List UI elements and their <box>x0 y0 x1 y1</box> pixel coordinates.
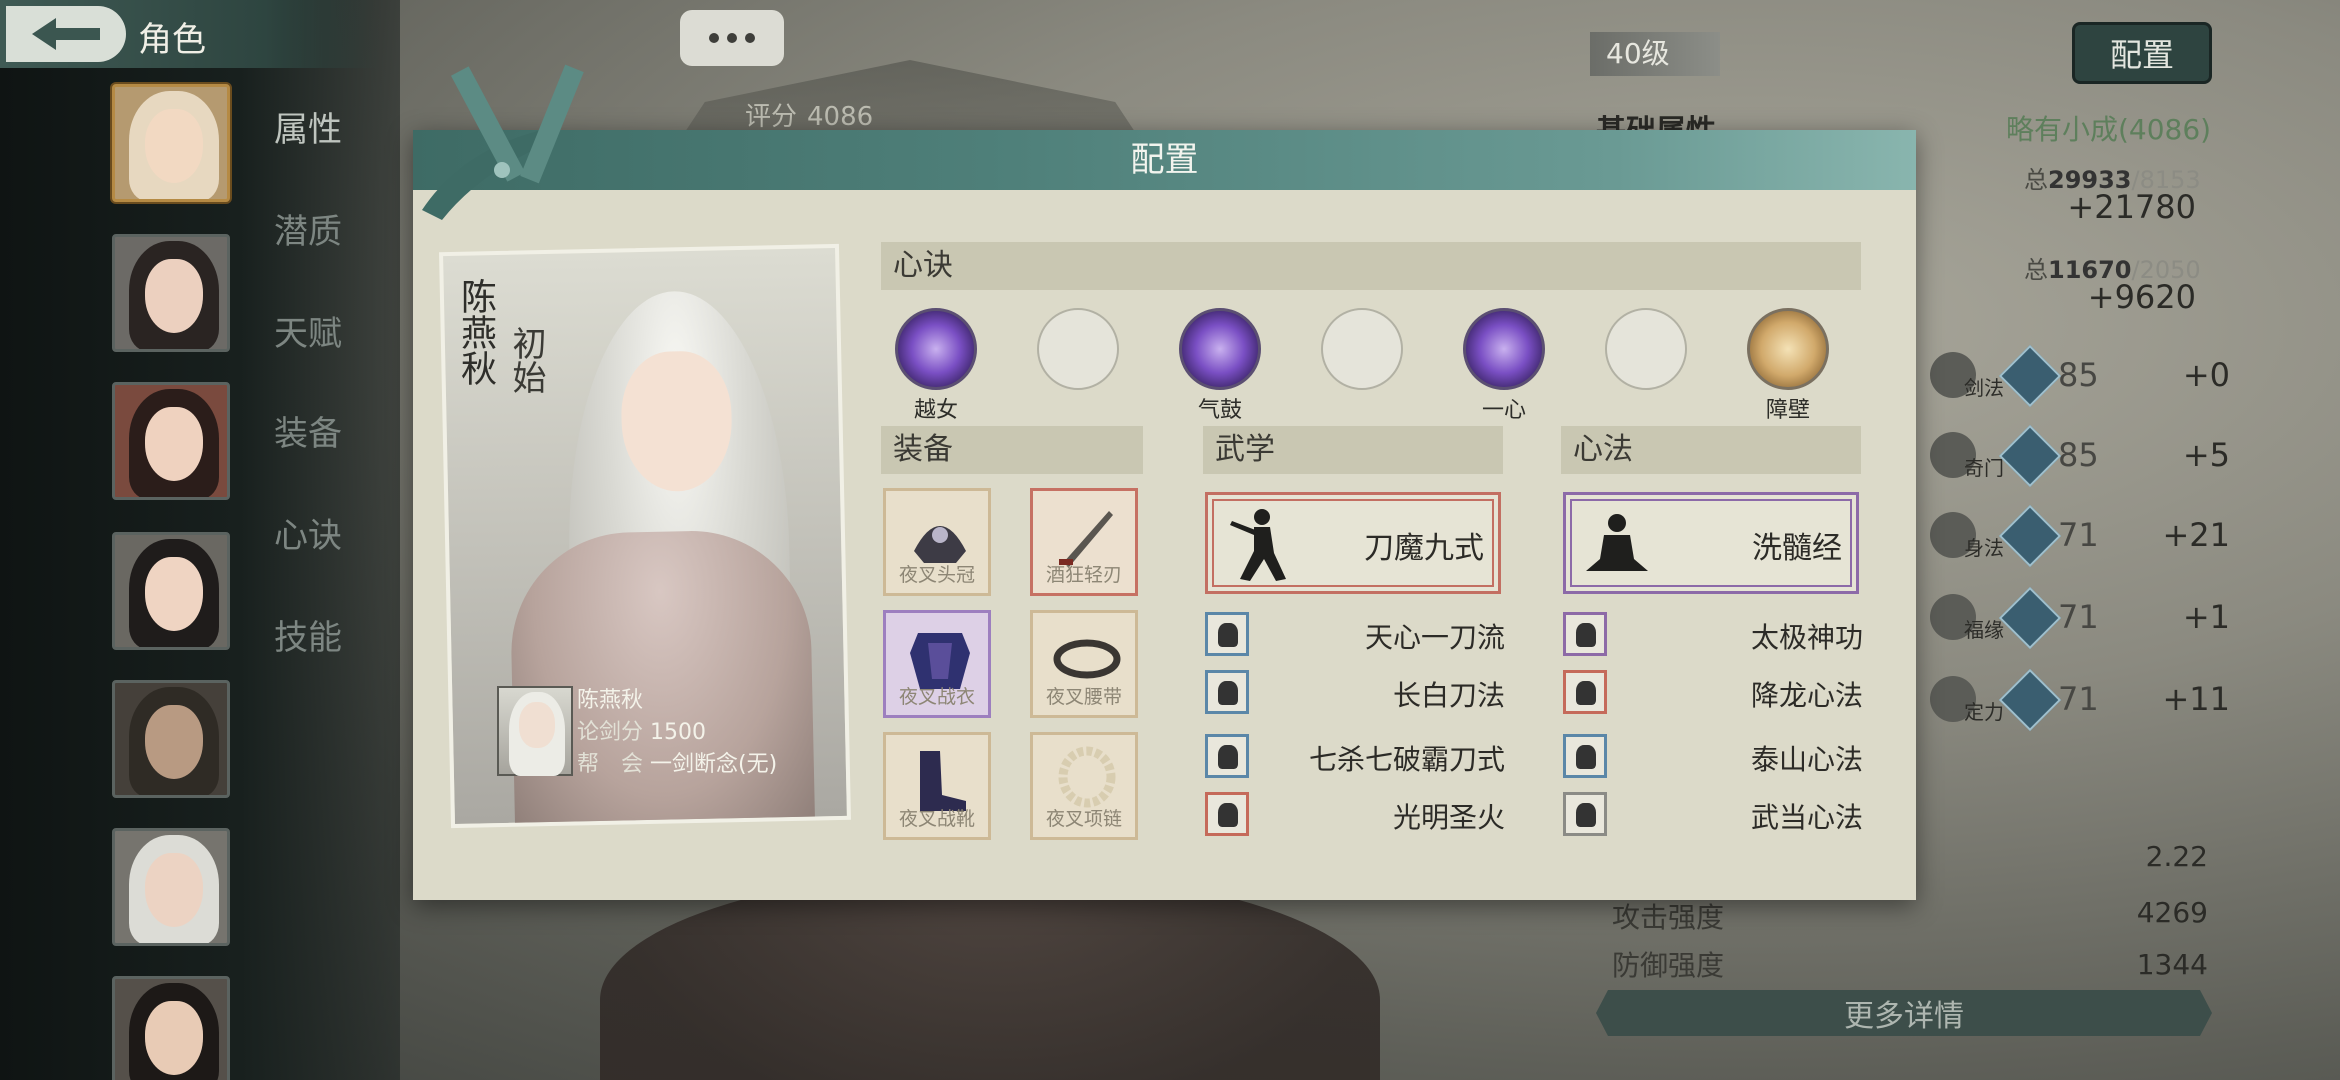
bonus-stat-2: +9620 <box>2087 278 2196 316</box>
stat-name-defense: 防御强度 <box>1612 949 1725 982</box>
character-mini-avatar <box>497 686 573 776</box>
stat-value-attack: 4269 <box>2136 896 2208 929</box>
crossed-swords-decoration <box>422 64 584 220</box>
martial-row-2[interactable]: 长白刀法 <box>1205 670 1505 714</box>
equip-slot-necklace[interactable]: 夜叉项链 <box>1030 732 1138 840</box>
tab-heart-technique[interactable]: 心诀 <box>274 508 342 557</box>
diamond-skill-icon <box>1998 586 2062 650</box>
info-character-name: 陈燕秋 <box>577 688 644 713</box>
info-guild: 帮 会 一剑断念(无) <box>577 752 778 777</box>
martial-icon <box>1205 792 1249 836</box>
skill-row-fortune[interactable]: 福缘 71 +1 <box>1930 586 2230 650</box>
stat-name-attack: 攻击强度 <box>1612 901 1725 934</box>
equip-slot-weapon[interactable]: 酒狂轻刃 <box>1030 488 1138 596</box>
heart-slot-2-empty[interactable] <box>1037 308 1119 390</box>
heart-slot-1[interactable] <box>895 308 977 390</box>
equip-slot-belt[interactable]: 夜叉腰带 <box>1030 610 1138 718</box>
tab-talent[interactable]: 天赋 <box>274 306 342 355</box>
martial-figure-icon <box>1230 509 1286 581</box>
diamond-skill-icon <box>1998 424 2062 488</box>
section-heart-technique: 心诀 <box>881 242 1861 290</box>
back-arrow-icon <box>32 18 100 50</box>
method-main-slot[interactable]: 洗髓经 <box>1563 492 1859 594</box>
rank-text: 略有小成(4086) <box>2006 113 2212 146</box>
skill-row-qimen[interactable]: 奇门 85 +5 <box>1930 424 2230 488</box>
method-row-4[interactable]: 武当心法 <box>1563 792 1863 836</box>
method-icon <box>1563 612 1607 656</box>
martial-row-1[interactable]: 天心一刀流 <box>1205 612 1505 656</box>
more-details-button[interactable]: 更多详情 <box>1596 990 2212 1036</box>
tab-attributes[interactable]: 属性 <box>274 102 342 151</box>
character-name-vertical: 陈燕秋 <box>455 278 496 386</box>
back-button[interactable] <box>6 6 126 62</box>
config-modal: 配置 陈燕秋 初始 陈燕秋 论剑分 1500 帮 会 一剑断念(无) 心诀 越女… <box>413 130 1916 900</box>
stat-value: 2.22 <box>2145 840 2208 873</box>
character-avatar-4[interactable] <box>112 532 230 650</box>
method-icon <box>1563 670 1607 714</box>
heart-slot-3[interactable] <box>1179 308 1261 390</box>
martial-main-slot[interactable]: 刀魔九式 <box>1205 492 1501 594</box>
diamond-skill-icon <box>1998 668 2062 732</box>
martial-icon <box>1205 670 1249 714</box>
martial-icon <box>1205 612 1249 656</box>
score-display: 评分 4086 <box>745 102 874 132</box>
character-avatar-1[interactable] <box>112 84 230 202</box>
meditation-figure-icon <box>1586 514 1648 571</box>
tab-potential[interactable]: 潜质 <box>274 204 342 253</box>
character-avatar-6[interactable] <box>112 828 230 946</box>
heart-slot-6-empty[interactable] <box>1605 308 1687 390</box>
heart-slot-4-empty[interactable] <box>1321 308 1403 390</box>
stat-value-defense: 1344 <box>2136 948 2208 981</box>
method-row-2[interactable]: 降龙心法 <box>1563 670 1863 714</box>
method-row-3[interactable]: 泰山心法 <box>1563 734 1863 778</box>
tab-equipment[interactable]: 装备 <box>274 406 342 455</box>
method-row-1[interactable]: 太极神功 <box>1563 612 1863 656</box>
skill-row-focus[interactable]: 定力 71 +11 <box>1930 668 2230 732</box>
character-avatar-5[interactable] <box>112 680 230 798</box>
skill-row-sword[interactable]: 剑法 85 +0 <box>1930 344 2230 408</box>
section-equipment: 装备 <box>881 426 1143 474</box>
martial-icon <box>1205 734 1249 778</box>
martial-row-4[interactable]: 光明圣火 <box>1205 792 1505 836</box>
character-avatar-3[interactable] <box>112 382 230 500</box>
method-icon <box>1563 734 1607 778</box>
tab-skills[interactable]: 技能 <box>274 610 342 659</box>
martial-row-3[interactable]: 七杀七破霸刀式 <box>1205 734 1505 778</box>
chat-bubble-icon[interactable] <box>680 10 784 66</box>
diamond-skill-icon <box>1998 504 2062 568</box>
section-martial-arts: 武学 <box>1203 426 1503 474</box>
heart-slot-7[interactable] <box>1747 308 1829 390</box>
level-badge: 40级 <box>1590 32 1720 76</box>
bonus-stat-1: +21780 <box>2067 188 2196 226</box>
method-icon <box>1563 792 1607 836</box>
equip-slot-armor[interactable]: 夜叉战衣 <box>883 610 991 718</box>
character-avatar-7[interactable] <box>112 976 230 1080</box>
heart-slot-5[interactable] <box>1463 308 1545 390</box>
character-stage-vertical: 初始 <box>506 326 546 394</box>
character-avatar-2[interactable] <box>112 234 230 352</box>
equip-slot-head[interactable]: 夜叉头冠 <box>883 488 991 596</box>
equip-slot-boots[interactable]: 夜叉战靴 <box>883 732 991 840</box>
skill-row-movement[interactable]: 身法 71 +21 <box>1930 504 2230 568</box>
section-inner-methods: 心法 <box>1561 426 1861 474</box>
diamond-skill-icon <box>1998 344 2062 408</box>
config-button[interactable]: 配置 <box>2072 22 2212 84</box>
page-title: 角色 <box>138 20 206 60</box>
info-duel-score: 论剑分 1500 <box>577 720 707 745</box>
sidebar: 角色 属性 潜质 天赋 装备 心诀 技能 <box>0 0 400 1080</box>
